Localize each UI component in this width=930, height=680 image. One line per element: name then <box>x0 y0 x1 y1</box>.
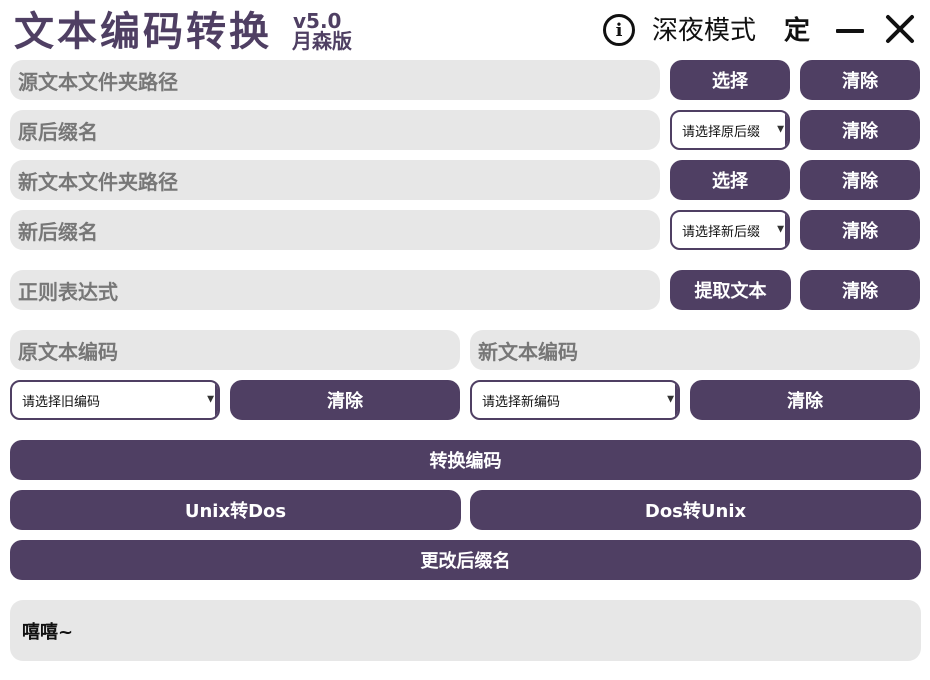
new-suffix-clear-button[interactable]: 清除 <box>800 210 920 250</box>
new-encoding-select[interactable]: 请选择新编码 ▼ <box>470 380 680 420</box>
minimize-icon[interactable] <box>836 29 864 33</box>
old-suffix-select-value: 请选择原后缀 <box>682 124 761 140</box>
new-suffix-field[interactable]: 新后缀名 <box>10 210 660 250</box>
new-folder-clear-button[interactable]: 清除 <box>800 160 920 200</box>
info-icon[interactable]: i <box>603 14 635 46</box>
source-folder-field[interactable]: 源文本文件夹路径 <box>10 60 660 100</box>
old-suffix-field[interactable]: 原后缀名 <box>10 110 660 150</box>
old-suffix-clear-button[interactable]: 清除 <box>800 110 920 150</box>
source-folder-select-button[interactable]: 选择 <box>670 60 790 100</box>
dark-mode-toggle[interactable]: 深夜模式 <box>652 12 756 50</box>
old-encoding-select-value: 请选择旧编码 <box>22 394 101 410</box>
chevron-down-icon: ▼ <box>777 124 784 135</box>
chevron-down-icon: ▼ <box>667 394 674 405</box>
extract-text-button[interactable]: 提取文本 <box>670 270 791 310</box>
app-title: 文本编码转换 <box>14 9 272 55</box>
old-encoding-field[interactable]: 原文本编码 <box>10 330 460 370</box>
rename-suffix-button[interactable]: 更改后缀名 <box>10 540 921 580</box>
new-encoding-select-value: 请选择新编码 <box>482 394 561 410</box>
new-folder-field[interactable]: 新文本文件夹路径 <box>10 160 660 200</box>
close-icon[interactable] <box>884 12 916 46</box>
output-text: 嘻嘻~ <box>22 621 74 643</box>
unix-to-dos-button[interactable]: Unix转Dos <box>10 490 461 530</box>
chevron-down-icon: ▼ <box>207 394 214 405</box>
source-folder-clear-button[interactable]: 清除 <box>800 60 920 100</box>
new-suffix-select[interactable]: 请选择新后缀 ▼ <box>670 210 790 250</box>
new-encoding-field[interactable]: 新文本编码 <box>470 330 920 370</box>
new-suffix-select-value: 请选择新后缀 <box>682 224 761 240</box>
old-encoding-select[interactable]: 请选择旧编码 ▼ <box>10 380 220 420</box>
regex-field[interactable]: 正则表达式 <box>10 270 660 310</box>
pin-button[interactable]: 定 <box>784 12 810 50</box>
output-area: 嘻嘻~ <box>10 600 921 661</box>
regex-clear-button[interactable]: 清除 <box>800 270 920 310</box>
old-encoding-clear-button[interactable]: 清除 <box>230 380 460 420</box>
new-folder-select-button[interactable]: 选择 <box>670 160 790 200</box>
old-suffix-select[interactable]: 请选择原后缀 ▼ <box>670 110 790 150</box>
new-encoding-clear-button[interactable]: 清除 <box>690 380 920 420</box>
edition-label: 月森版 <box>292 29 352 53</box>
chevron-down-icon: ▼ <box>777 224 784 235</box>
dos-to-unix-button[interactable]: Dos转Unix <box>470 490 921 530</box>
convert-encoding-button[interactable]: 转换编码 <box>10 440 921 480</box>
